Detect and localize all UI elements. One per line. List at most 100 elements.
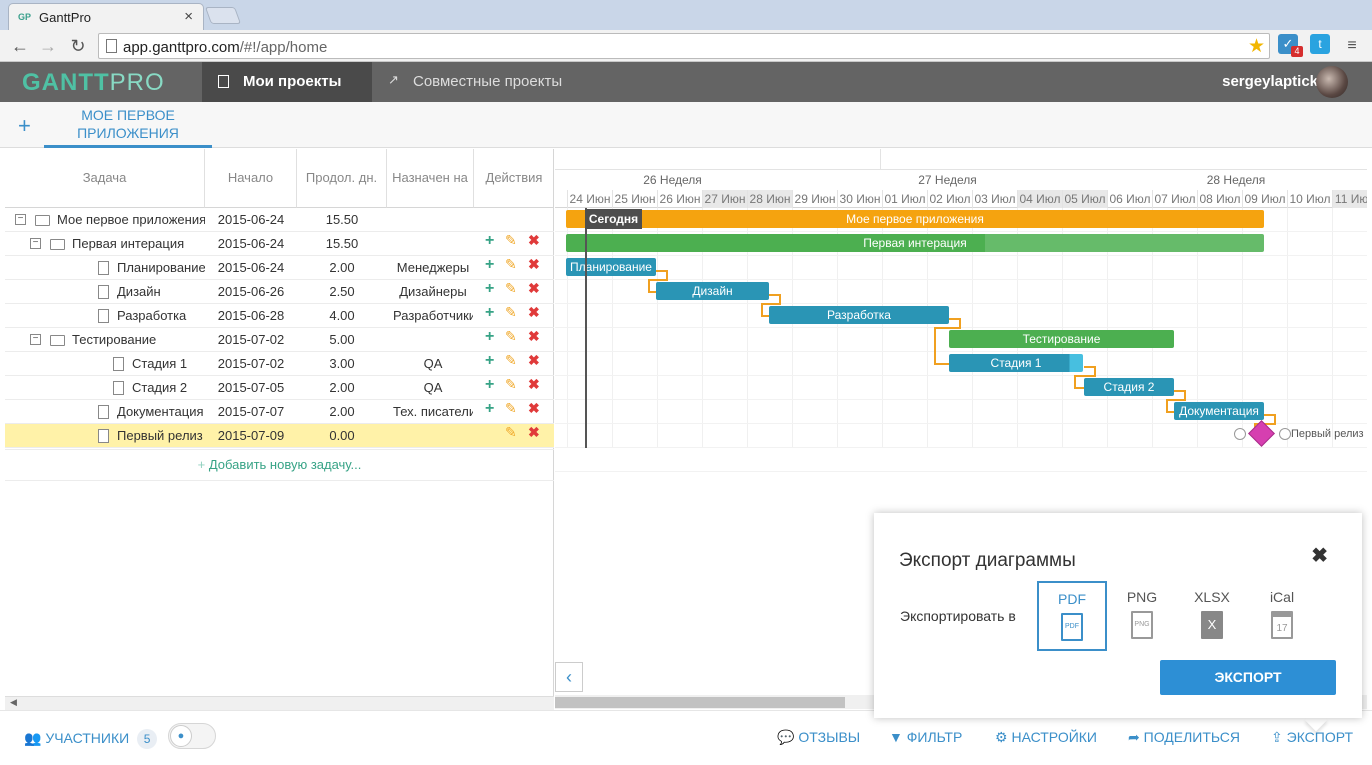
task-duration[interactable]: 2.00 — [297, 376, 387, 400]
add-task-button[interactable]: + Добавить новую задачу... — [5, 449, 554, 481]
project-tab[interactable]: МОЕ ПЕРВОЕ ПРИЛОЖЕНИЯ — [44, 102, 212, 148]
task-row[interactable]: Планирование 2015-06-24 2.00 Менеджеры + ✎ ✖ — [5, 256, 554, 280]
edit-pencil-icon[interactable]: ✎ — [505, 304, 517, 321]
column-header-duration[interactable]: Продол. дн. — [297, 149, 387, 208]
task-assignee[interactable]: QA — [393, 376, 473, 400]
collapse-toggle-icon[interactable]: − — [30, 334, 41, 345]
add-subtask-icon[interactable]: + — [485, 376, 494, 394]
task-start[interactable]: 2015-06-24 — [205, 208, 297, 232]
task-name[interactable]: Мое первое приложения — [57, 208, 205, 232]
back-arrow-icon[interactable]: ← — [8, 34, 32, 58]
delete-icon[interactable]: ✖ — [528, 256, 540, 273]
task-start[interactable]: 2015-06-24 — [205, 232, 297, 256]
delete-icon[interactable]: ✖ — [528, 400, 540, 417]
task-bar[interactable]: Документация — [1174, 402, 1264, 420]
edit-pencil-icon[interactable]: ✎ — [505, 400, 517, 417]
add-subtask-icon[interactable]: + — [485, 256, 494, 274]
column-header-start[interactable]: Начало — [205, 149, 297, 208]
add-subtask-icon[interactable]: + — [485, 400, 494, 418]
task-start[interactable]: 2015-07-02 — [205, 328, 297, 352]
delete-icon[interactable]: ✖ — [528, 232, 540, 249]
delete-icon[interactable]: ✖ — [528, 280, 540, 297]
format-ical[interactable]: iCal 17 — [1247, 581, 1317, 651]
task-assignee[interactable]: Тех. писатели — [393, 400, 473, 424]
format-pdf[interactable]: PDF PDF — [1037, 581, 1107, 651]
task-assignee[interactable]: QA — [393, 352, 473, 376]
add-subtask-icon[interactable]: + — [485, 232, 494, 250]
add-project-button[interactable]: + — [18, 113, 31, 139]
add-subtask-icon[interactable]: + — [485, 328, 494, 346]
task-bar[interactable]: Планирование — [566, 258, 656, 276]
edit-pencil-icon[interactable]: ✎ — [505, 376, 517, 393]
bookmark-star-icon[interactable]: ★ — [1248, 35, 1265, 58]
column-header-assignee[interactable]: Назначен на — [387, 149, 474, 208]
share-button[interactable]: ➦ ПОДЕЛИТЬСЯ — [1128, 729, 1240, 746]
task-start[interactable]: 2015-06-28 — [205, 304, 297, 328]
task-duration[interactable]: 15.50 — [297, 232, 387, 256]
task-row[interactable]: − Первая интерация 2015-06-24 15.50 + ✎ ✖ — [5, 232, 554, 256]
task-start[interactable]: 2015-07-09 — [205, 424, 297, 448]
grid-horizontal-scrollbar[interactable]: ◀ — [5, 696, 554, 710]
column-header-task[interactable]: Задача — [5, 149, 205, 208]
avatar[interactable] — [1316, 66, 1348, 98]
task-start[interactable]: 2015-06-24 — [205, 256, 297, 280]
task-name[interactable]: Планирование — [117, 256, 205, 280]
task-name[interactable]: Стадия 2 — [132, 376, 205, 400]
edit-pencil-icon[interactable]: ✎ — [505, 280, 517, 297]
tab-close-icon[interactable]: × — [184, 8, 193, 25]
members-toggle[interactable]: ● — [168, 723, 216, 749]
reload-icon[interactable]: ↻ — [66, 34, 90, 58]
task-duration[interactable]: 15.50 — [297, 208, 387, 232]
username[interactable]: sergeylaptick — [1222, 62, 1318, 102]
task-duration[interactable]: 2.50 — [297, 280, 387, 304]
task-duration[interactable]: 5.00 — [297, 328, 387, 352]
task-assignee[interactable]: Дизайнеры — [393, 280, 473, 304]
close-icon[interactable]: ✖ — [1311, 543, 1328, 568]
task-start[interactable]: 2015-06-26 — [205, 280, 297, 304]
task-start[interactable]: 2015-07-07 — [205, 400, 297, 424]
task-duration[interactable]: 2.00 — [297, 400, 387, 424]
collapse-toggle-icon[interactable]: − — [15, 214, 26, 225]
task-row[interactable]: − Мое первое приложения 2015-06-24 15.50 — [5, 208, 554, 232]
task-assignee[interactable] — [393, 424, 473, 448]
task-name[interactable]: Документация — [117, 400, 205, 424]
browser-menu-icon[interactable]: ≡ — [1340, 34, 1364, 58]
task-bar[interactable]: Разработка — [769, 306, 949, 324]
edit-pencil-icon[interactable]: ✎ — [505, 424, 517, 441]
milestone-link-handle-left[interactable] — [1234, 428, 1246, 440]
task-start[interactable]: 2015-07-02 — [205, 352, 297, 376]
task-name[interactable]: Разработка — [117, 304, 205, 328]
delete-icon[interactable]: ✖ — [528, 424, 540, 441]
address-bar[interactable]: app.ganttpro.com/#!/app/home ★ — [98, 33, 1270, 59]
nav-my-projects[interactable]: Мои проекты — [202, 62, 372, 102]
summary-bar[interactable]: Первая интерация — [566, 234, 1264, 252]
task-bar[interactable]: Стадия 1 — [949, 354, 1083, 372]
task-assignee[interactable] — [393, 328, 473, 352]
task-duration[interactable]: 0.00 — [297, 424, 387, 448]
milestone-link-handle-right[interactable] — [1279, 428, 1291, 440]
task-bar[interactable]: Дизайн — [656, 282, 769, 300]
members-button[interactable]: 👥 УЧАСТНИКИ 5 — [24, 729, 158, 749]
format-xlsx[interactable]: XLSX X — [1177, 581, 1247, 651]
collapse-toggle-icon[interactable]: − — [30, 238, 41, 249]
export-button[interactable]: ⇪ ЭКСПОРТ — [1271, 729, 1353, 746]
task-bar[interactable]: Стадия 2 — [1084, 378, 1174, 396]
filter-button[interactable]: ▼ ФИЛЬТР — [889, 729, 962, 745]
task-row[interactable]: Стадия 1 2015-07-02 3.00 QA + ✎ ✖ — [5, 352, 554, 376]
task-row[interactable]: Дизайн 2015-06-26 2.50 Дизайнеры + ✎ ✖ — [5, 280, 554, 304]
delete-icon[interactable]: ✖ — [528, 328, 540, 345]
task-assignee[interactable] — [393, 232, 473, 256]
browser-tab[interactable]: GP GanttPro × — [8, 3, 204, 30]
task-name[interactable]: Тестирование — [72, 328, 205, 352]
ganttpro-logo[interactable]: GANTTPRO — [22, 69, 165, 97]
task-duration[interactable]: 3.00 — [297, 352, 387, 376]
project-bar[interactable]: Мое первое приложения — [566, 210, 1264, 228]
collapse-grid-button[interactable]: ‹ — [555, 662, 583, 692]
settings-button[interactable]: ⚙ НАСТРОЙКИ — [995, 729, 1097, 746]
task-row[interactable]: Разработка 2015-06-28 4.00 Разработчики + ✎ ✖ — [5, 304, 554, 328]
task-row[interactable]: Документация 2015-07-07 2.00 Тех. писатели +… — [5, 400, 554, 424]
task-start[interactable]: 2015-07-05 — [205, 376, 297, 400]
task-row[interactable]: − Тестирование 2015-07-02 5.00 + ✎ ✖ — [5, 328, 554, 352]
task-name[interactable]: Стадия 1 — [132, 352, 205, 376]
edit-pencil-icon[interactable]: ✎ — [505, 328, 517, 345]
